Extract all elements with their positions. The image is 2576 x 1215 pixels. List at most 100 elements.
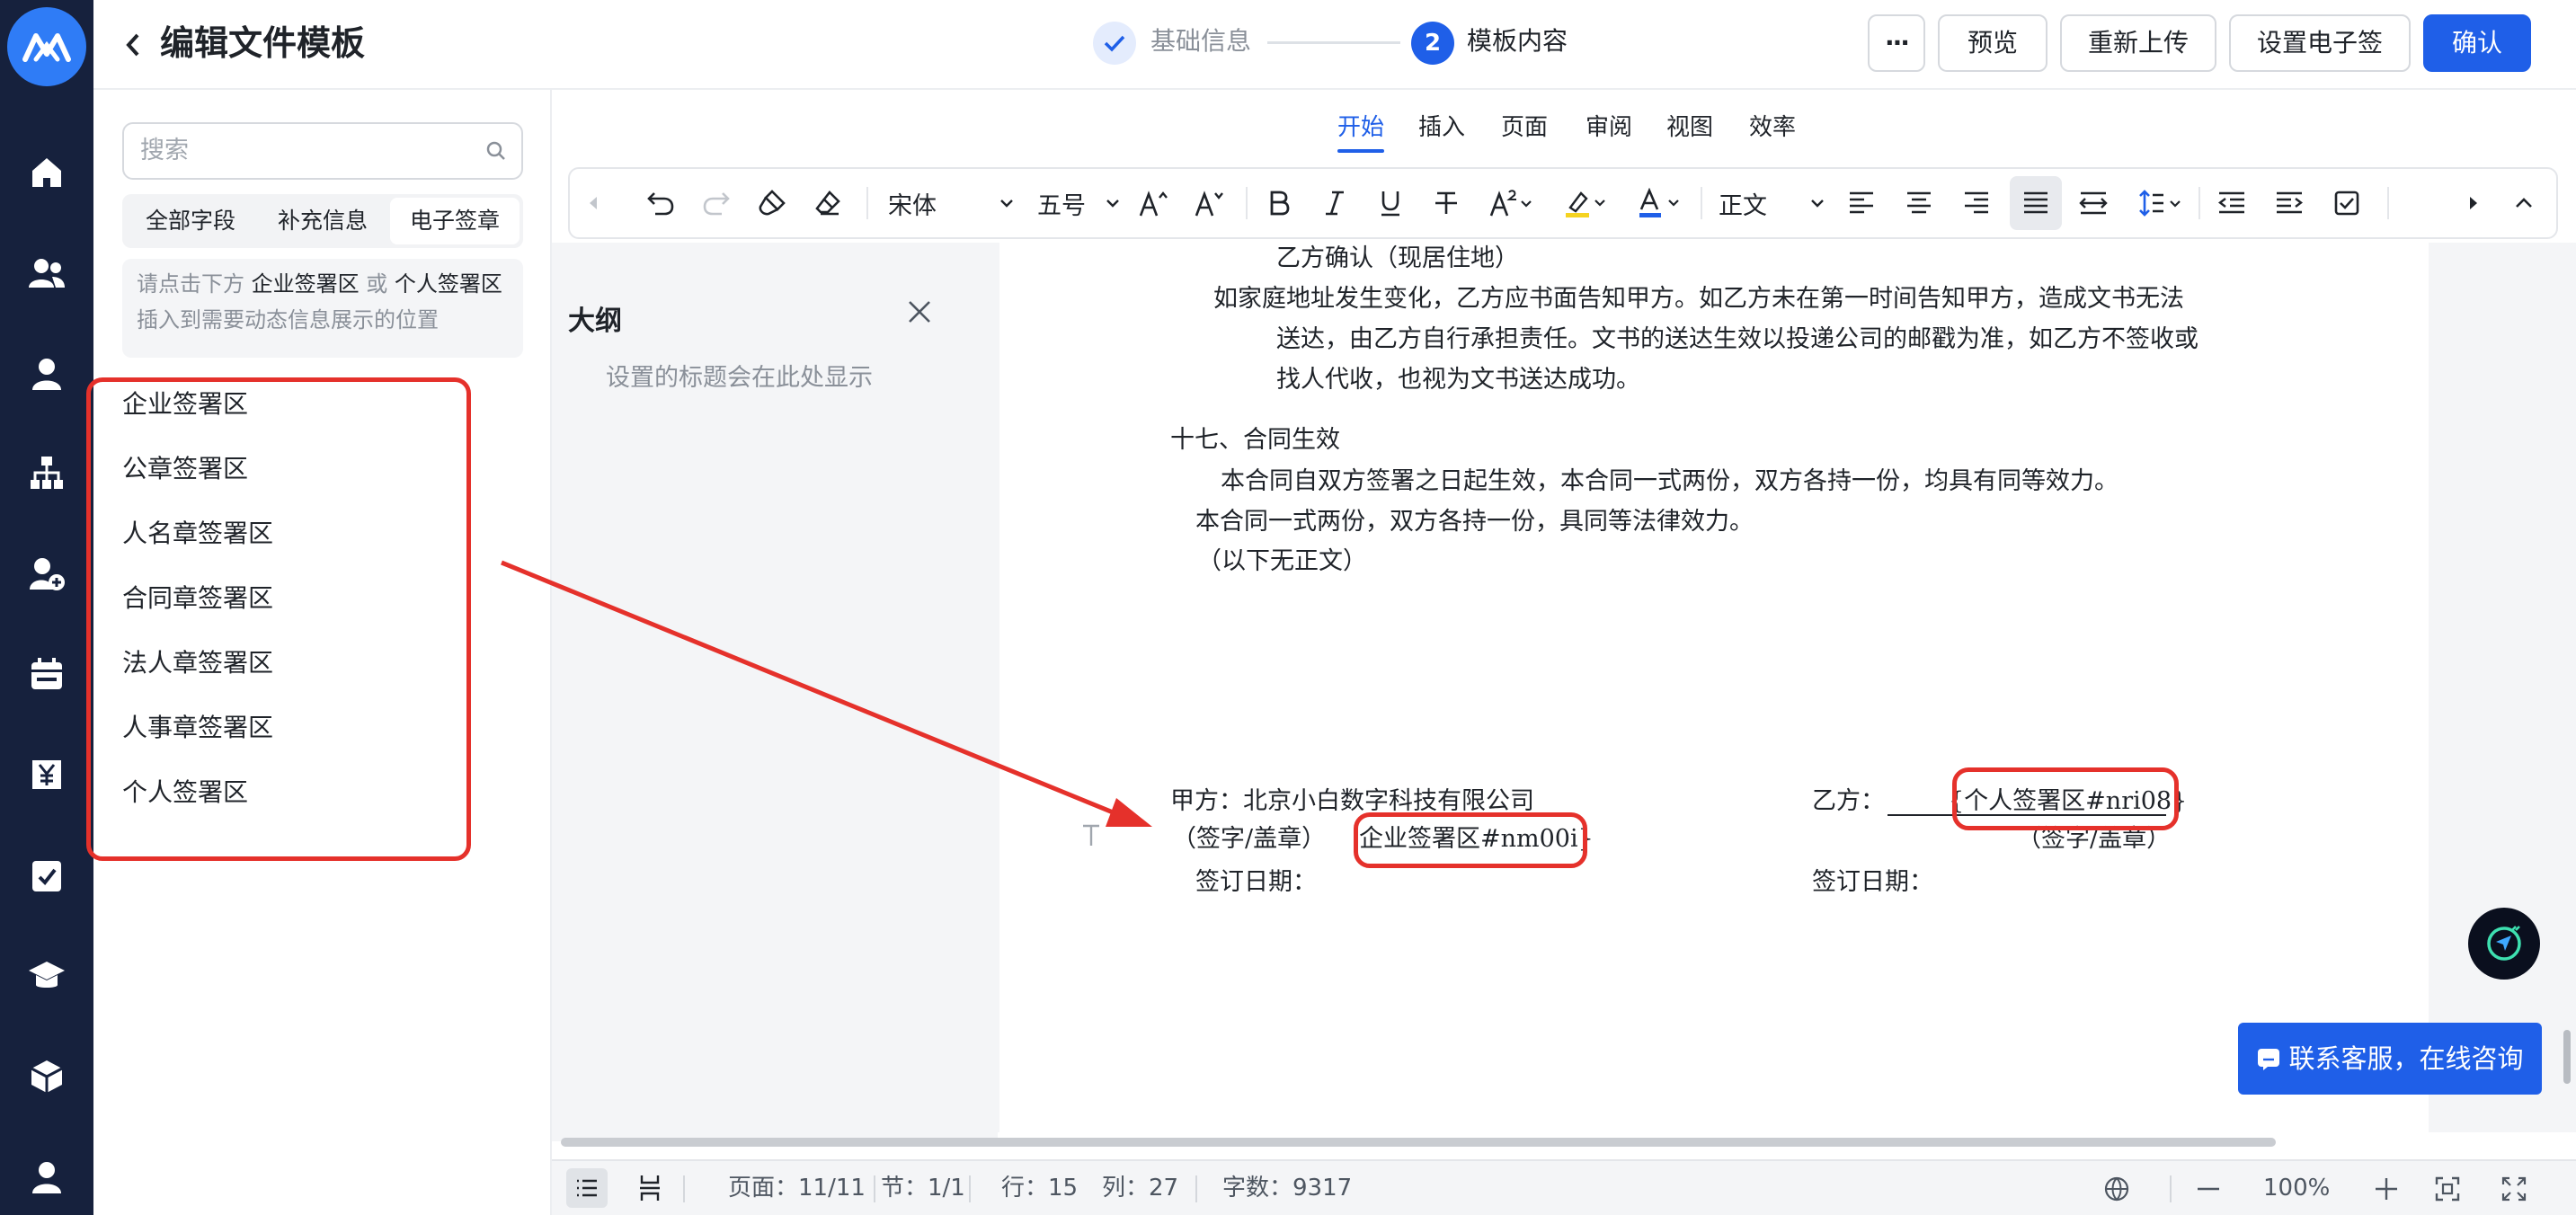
profile-icon[interactable] [20,1150,74,1204]
add-user-icon[interactable] [20,546,74,600]
paragraph-style-value: 正文 [1719,191,1767,220]
home-icon[interactable] [20,146,74,200]
horizontal-scrollbar[interactable] [561,1138,2276,1147]
toolbar-divider [2387,187,2389,219]
step-number-badge: 2 [1411,22,1454,65]
fit-page-icon[interactable] [2434,1175,2461,1202]
team-icon[interactable] [20,246,74,300]
step-basic-info[interactable]: 基础信息 [1150,20,1251,63]
justify-icon[interactable] [2010,176,2062,230]
page-title: 编辑文件模板 [160,23,366,63]
doc-line: 本合同一式两份，双方各持一份，具同等法律效力。 [1195,508,1754,536]
menu-tab-insert[interactable]: 插入 [1418,110,1465,146]
box-icon[interactable] [20,1050,74,1104]
decrease-indent-icon[interactable] [2209,169,2254,237]
redo-icon[interactable] [694,169,739,237]
bold-icon[interactable] [1257,169,1301,237]
menu-tab-page[interactable]: 页面 [1501,110,1548,146]
increase-font-icon[interactable] [1131,169,1176,237]
org-chart-icon[interactable] [20,446,74,500]
menu-tab-efficiency[interactable]: 效率 [1749,110,1796,146]
doc-line: 本合同自双方签署之日起生效，本合同一式两份，双方各持一份，均具有同等效力。 [1221,467,2119,495]
decrease-font-icon[interactable] [1186,169,1231,237]
vertical-scrollbar[interactable] [2563,1030,2571,1084]
back-icon[interactable] [124,20,160,70]
hint-personal: 个人签署区 [394,271,502,297]
paragraph-style-select[interactable]: 正文 [1713,169,1830,237]
course-icon[interactable] [20,949,74,1003]
page-break-icon[interactable] [638,1174,662,1202]
scroll-left-icon[interactable] [577,169,609,237]
app-root: 编辑文件模板 基础信息 2 模板内容 ··· 预览 重新上传 设置电子签 确认 … [0,0,2576,1215]
hint-or: 或 [366,271,388,297]
doc-line: 乙方确认（现居住地） [1276,244,1519,272]
customer-support-button[interactable]: 联系客服，在线咨询 [2238,1023,2542,1095]
set-esign-button[interactable]: 设置电子签 [2229,14,2411,72]
step-template-content[interactable]: 模板内容 [1467,20,1568,63]
collapse-toolbar-icon[interactable] [2502,169,2545,237]
zoom-in-icon[interactable] [2373,1175,2400,1202]
confirm-button[interactable]: 确认 [2423,14,2531,72]
search-icon[interactable] [485,140,507,162]
more-button[interactable]: ··· [1868,14,1925,72]
fullscreen-icon[interactable] [2500,1175,2527,1202]
status-divider [683,1175,685,1202]
top-bar: 编辑文件模板 基础信息 2 模板内容 ··· 预览 重新上传 设置电子签 确认 [93,0,2576,90]
align-right-icon[interactable] [1954,169,1999,237]
zoom-out-icon[interactable] [2195,1175,2222,1202]
font-size-select[interactable]: 五号 [1037,169,1120,237]
font-family-select[interactable]: 宋体 [883,169,1019,237]
status-divider [1195,1175,1197,1202]
tab-all-fields[interactable]: 全部字段 [126,198,255,244]
underline-icon[interactable] [1368,169,1413,237]
approval-icon[interactable] [20,848,74,902]
page-indicator: 页面：11/11 [728,1175,866,1202]
superscript-icon[interactable] [1479,169,1542,237]
left-nav [0,0,93,1215]
doc-line: 找人代收，也视为文书送达成功。 [1276,366,1640,394]
section-indicator: 节：1/1 [881,1175,965,1202]
row-indicator: 行：15 [1001,1175,1079,1202]
increase-indent-icon[interactable] [2267,169,2312,237]
word-count: 字数：9317 [1222,1175,1353,1202]
menu-tab-view[interactable]: 视图 [1666,110,1713,146]
align-left-icon[interactable] [1839,169,1884,237]
app-logo-icon[interactable] [7,7,86,86]
salary-icon[interactable] [20,748,74,802]
user-icon[interactable] [20,347,74,401]
reupload-button[interactable]: 重新上传 [2060,14,2216,72]
preview-button[interactable]: 预览 [1938,14,2047,72]
highlight-color-icon[interactable] [1553,169,1616,237]
line-spacing-icon[interactable] [2128,169,2191,237]
ai-assistant-icon[interactable] [2468,908,2540,980]
menu-tab-review[interactable]: 审阅 [1586,110,1632,146]
toolbar-divider [1701,187,1702,219]
format-toolbar: 宋体 五号 正文 [568,167,2558,239]
document-page[interactable] [999,243,2429,1132]
distributed-align-icon[interactable] [2071,169,2116,237]
align-center-icon[interactable] [1896,169,1941,237]
search-input[interactable]: 搜索 [122,122,523,180]
search-placeholder: 搜索 [140,137,189,164]
clear-format-icon[interactable] [805,169,850,237]
menu-tab-start[interactable]: 开始 [1337,110,1385,153]
strikethrough-icon[interactable] [1424,169,1469,237]
status-divider [969,1175,971,1202]
undo-icon[interactable] [638,169,683,237]
outline-toggle-icon[interactable] [566,1168,608,1208]
outline-panel: 大纲 设置的标题会在此处显示 [552,243,998,1141]
italic-icon[interactable] [1312,169,1357,237]
close-icon[interactable] [906,298,933,325]
tab-supplementary-info[interactable]: 补充信息 [258,198,387,244]
outline-empty-hint: 设置的标题会在此处显示 [606,364,873,392]
language-globe-icon[interactable] [2103,1175,2130,1202]
text-cursor-icon [1080,823,1102,848]
scroll-right-icon[interactable] [2457,169,2490,237]
annotation-box-personal-tag [1952,767,2179,830]
font-color-icon[interactable] [1627,169,1690,237]
format-painter-icon[interactable] [750,169,795,237]
calendar-icon[interactable] [20,647,74,701]
tab-e-signature[interactable]: 电子签章 [390,198,520,244]
checklist-icon[interactable] [2324,169,2369,237]
font-size-value: 五号 [1037,191,1086,220]
